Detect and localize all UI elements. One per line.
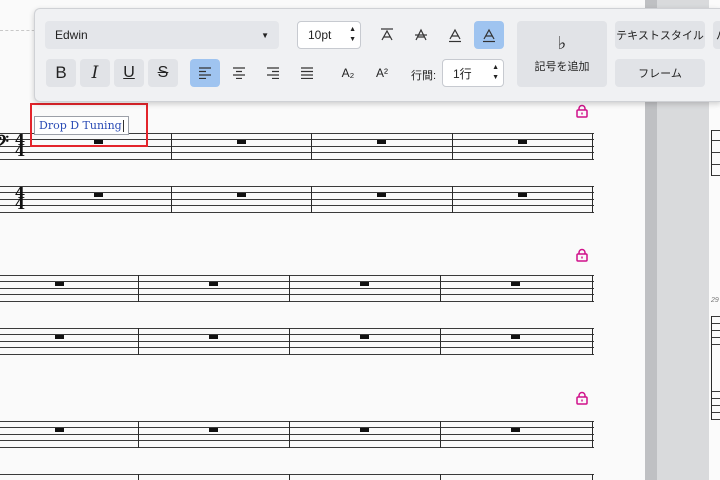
overflow-label: パ	[716, 27, 720, 43]
align-right-button[interactable]	[258, 59, 288, 87]
staff-system3-lower[interactable]	[0, 474, 594, 480]
align-center-icon	[233, 67, 245, 79]
whole-rest[interactable]	[55, 282, 64, 286]
italic-button[interactable]: I	[80, 59, 110, 87]
line-spacing-label: 行間:	[411, 70, 437, 82]
align-left-button[interactable]	[190, 59, 220, 87]
add-symbol-button[interactable]: ♭ 記号を追加	[517, 21, 607, 87]
font-family-dropdown[interactable]: Edwin ▼	[45, 21, 279, 49]
staff-system2-lower[interactable]	[0, 328, 594, 355]
time-signature: 44	[14, 184, 26, 213]
overflow-button[interactable]: パ	[713, 21, 720, 49]
whole-rest[interactable]	[518, 140, 527, 144]
next-page-staff	[711, 316, 720, 420]
whole-rest[interactable]	[55, 335, 64, 339]
whole-rest[interactable]	[377, 193, 386, 197]
font-family-value: Edwin	[55, 28, 88, 42]
bold-button[interactable]: B	[46, 59, 76, 87]
whole-rest[interactable]	[360, 428, 369, 432]
font-size-spinner[interactable]: 10pt ▲ ▼	[297, 21, 361, 49]
underline-button[interactable]: U	[114, 59, 144, 87]
flat-symbol-icon: ♭	[557, 33, 567, 54]
boxed-frame-button[interactable]	[474, 21, 504, 49]
align-left-icon	[199, 67, 211, 79]
bass-clef-icon: 𝄢	[0, 131, 9, 155]
chevron-down-icon: ▼	[261, 30, 269, 40]
text-format-toolbar: Edwin ▼ 10pt ▲ ▼ B I U S A₂ A² 行間: 1行 ▲ ▼ …	[34, 8, 720, 102]
add-symbol-label: 記号を追加	[534, 61, 590, 73]
next-page-number: 29	[711, 297, 719, 304]
strikethrough-icon: S	[157, 64, 169, 81]
spinner-arrows-icon[interactable]: ▲ ▼	[492, 63, 499, 83]
line-spacing-value: 1行	[453, 66, 472, 81]
text-style-label: テキストスタイル	[616, 30, 704, 42]
align-right-icon	[267, 67, 279, 79]
strike-text-icon	[415, 28, 427, 41]
staff-system2-upper[interactable]	[0, 275, 594, 302]
lock-icon[interactable]	[575, 248, 589, 262]
whole-rest[interactable]	[94, 193, 103, 197]
next-page-staff	[711, 130, 720, 176]
whole-rest[interactable]	[360, 335, 369, 339]
overline-frame-button[interactable]	[372, 21, 402, 49]
justify-button[interactable]	[292, 59, 322, 87]
time-signature: 44	[14, 131, 26, 160]
lock-icon[interactable]	[575, 391, 589, 405]
strikethrough-frame-button[interactable]	[406, 21, 436, 49]
whole-rest[interactable]	[377, 140, 386, 144]
whole-rest[interactable]	[511, 335, 520, 339]
frame-label: フレーム	[638, 68, 682, 80]
italic-icon: I	[91, 63, 99, 83]
whole-rest[interactable]	[511, 428, 520, 432]
superscript-button[interactable]: A²	[367, 59, 397, 87]
whole-rest[interactable]	[209, 335, 218, 339]
font-size-value: 10pt	[308, 28, 332, 42]
frame-button[interactable]: フレーム	[615, 59, 705, 87]
staff-system1-lower[interactable]	[0, 186, 594, 213]
whole-rest[interactable]	[209, 428, 218, 432]
underline-frame-button[interactable]	[440, 21, 470, 49]
spinner-arrows-icon[interactable]: ▲ ▼	[349, 25, 356, 45]
underline-icon: U	[123, 64, 135, 81]
whole-rest[interactable]	[55, 428, 64, 432]
staff-system3-upper[interactable]	[0, 421, 594, 448]
whole-rest[interactable]	[209, 282, 218, 286]
align-center-button[interactable]	[224, 59, 254, 87]
line-spacing-spinner[interactable]: 1行 ▲ ▼	[442, 59, 504, 87]
bold-icon: B	[55, 63, 67, 82]
selection-highlight	[30, 103, 148, 147]
whole-rest[interactable]	[237, 140, 246, 144]
superscript-icon: A²	[376, 66, 388, 80]
whole-rest[interactable]	[360, 282, 369, 286]
text-style-button[interactable]: テキストスタイル	[615, 21, 705, 49]
subscript-icon: A₂	[341, 66, 355, 80]
justify-icon	[301, 67, 313, 79]
boxed-text-icon	[483, 28, 495, 43]
overline-text-icon	[381, 28, 393, 41]
lock-icon[interactable]	[575, 104, 589, 118]
whole-rest[interactable]	[511, 282, 520, 286]
strikethrough-button[interactable]: S	[148, 59, 178, 87]
whole-rest[interactable]	[237, 193, 246, 197]
underline-text-icon	[449, 28, 461, 43]
whole-rest[interactable]	[518, 193, 527, 197]
subscript-button[interactable]: A₂	[333, 59, 363, 87]
